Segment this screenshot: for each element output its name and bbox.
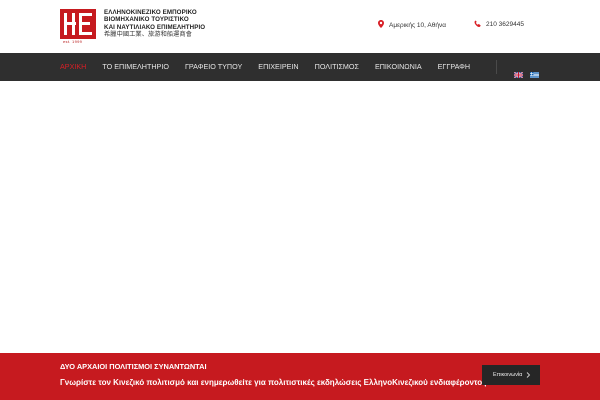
nav-item-home[interactable]: ΑΡΧΙΚΗ: [55, 53, 91, 81]
english-flag-icon[interactable]: [513, 65, 524, 79]
banner-title: ΔΥΟ ΑΡΧΑΙΟΙ ΠΟΛΙΤΙΣΜΟΙ ΣΥΝΑΝΤΩΝΤΑΙ: [60, 362, 207, 371]
nav-item-contact[interactable]: ΕΠΙΚΟΙΝΩΝΙΑ: [370, 53, 427, 81]
logo-established-text: est. 1999: [63, 39, 83, 44]
nav-item-press-office[interactable]: ΓΡΑΦΕΙΟ ΤΥΠΟΥ: [180, 53, 247, 81]
org-name-line: ΒΙΟΜΗΧΑΝΙΚΟ ΤΟΥΡΙΣΤΙΚΟ: [104, 16, 189, 24]
main-content-area: [0, 81, 600, 353]
contact-button[interactable]: Επικοινωνία: [482, 365, 540, 385]
contact-button-label: Επικοινωνία: [493, 372, 523, 378]
greek-flag-icon[interactable]: [530, 65, 539, 78]
nav-item-culture[interactable]: ΠΟΛΙΤΙΣΜΟΣ: [310, 53, 364, 81]
nav-divider: [496, 60, 497, 74]
site-header: est. 1999 ΕΛΛΗΝΟΚΙΝΕΖΙΚΟ ΕΜΠΟΡΙΚΟ ΒΙΟΜΗΧ…: [0, 0, 600, 53]
banner-subtitle: Γνωρίστε τον Κινεζικό πολιτισμό και ενημ…: [60, 378, 487, 387]
nav-menu: ΑΡΧΙΚΗ ΤΟ ΕΠΙΜΕΛΗΤΗΡΙΟ ΓΡΑΦΕΙΟ ΤΥΠΟΥ ΕΠΙ…: [55, 53, 481, 81]
phone-icon: [474, 20, 481, 29]
phone-number[interactable]: 210 3629445: [486, 21, 524, 28]
nav-item-register[interactable]: ΕΓΓΡΑΦΗ: [433, 53, 475, 81]
org-name-chinese: 希臘中國工業、旅游和船運商會: [104, 31, 193, 39]
main-navigation: ΑΡΧΙΚΗ ΤΟ ΕΠΙΜΕΛΗΤΗΡΙΟ ΓΡΑΦΕΙΟ ΤΥΠΟΥ ΕΠΙ…: [0, 53, 600, 81]
nav-item-business[interactable]: ΕΠΙΧΕΙΡΕΙΝ: [253, 53, 303, 81]
org-name-line: ΕΛΛΗΝΟΚΙΝΕΖΙΚΟ ΕΜΠΟΡΙΚΟ: [104, 9, 197, 16]
nav-item-chamber[interactable]: ΤΟ ΕΠΙΜΕΛΗΤΗΡΙΟ: [97, 53, 174, 81]
location-pin-icon: [378, 20, 384, 30]
address-info: Αμερικής 10, Αθήνα: [378, 20, 446, 30]
address-text: Αμερικής 10, Αθήνα: [389, 21, 446, 29]
organization-name: ΕΛΛΗΝΟΚΙΝΕΖΙΚΟ ΕΜΠΟΡΙΚΟ ΒΙΟΜΗΧΑΝΙΚΟ ΤΟΥΡ…: [104, 9, 244, 39]
chevron-right-icon: [524, 371, 532, 379]
phone-info[interactable]: 210 3629445: [474, 20, 524, 29]
